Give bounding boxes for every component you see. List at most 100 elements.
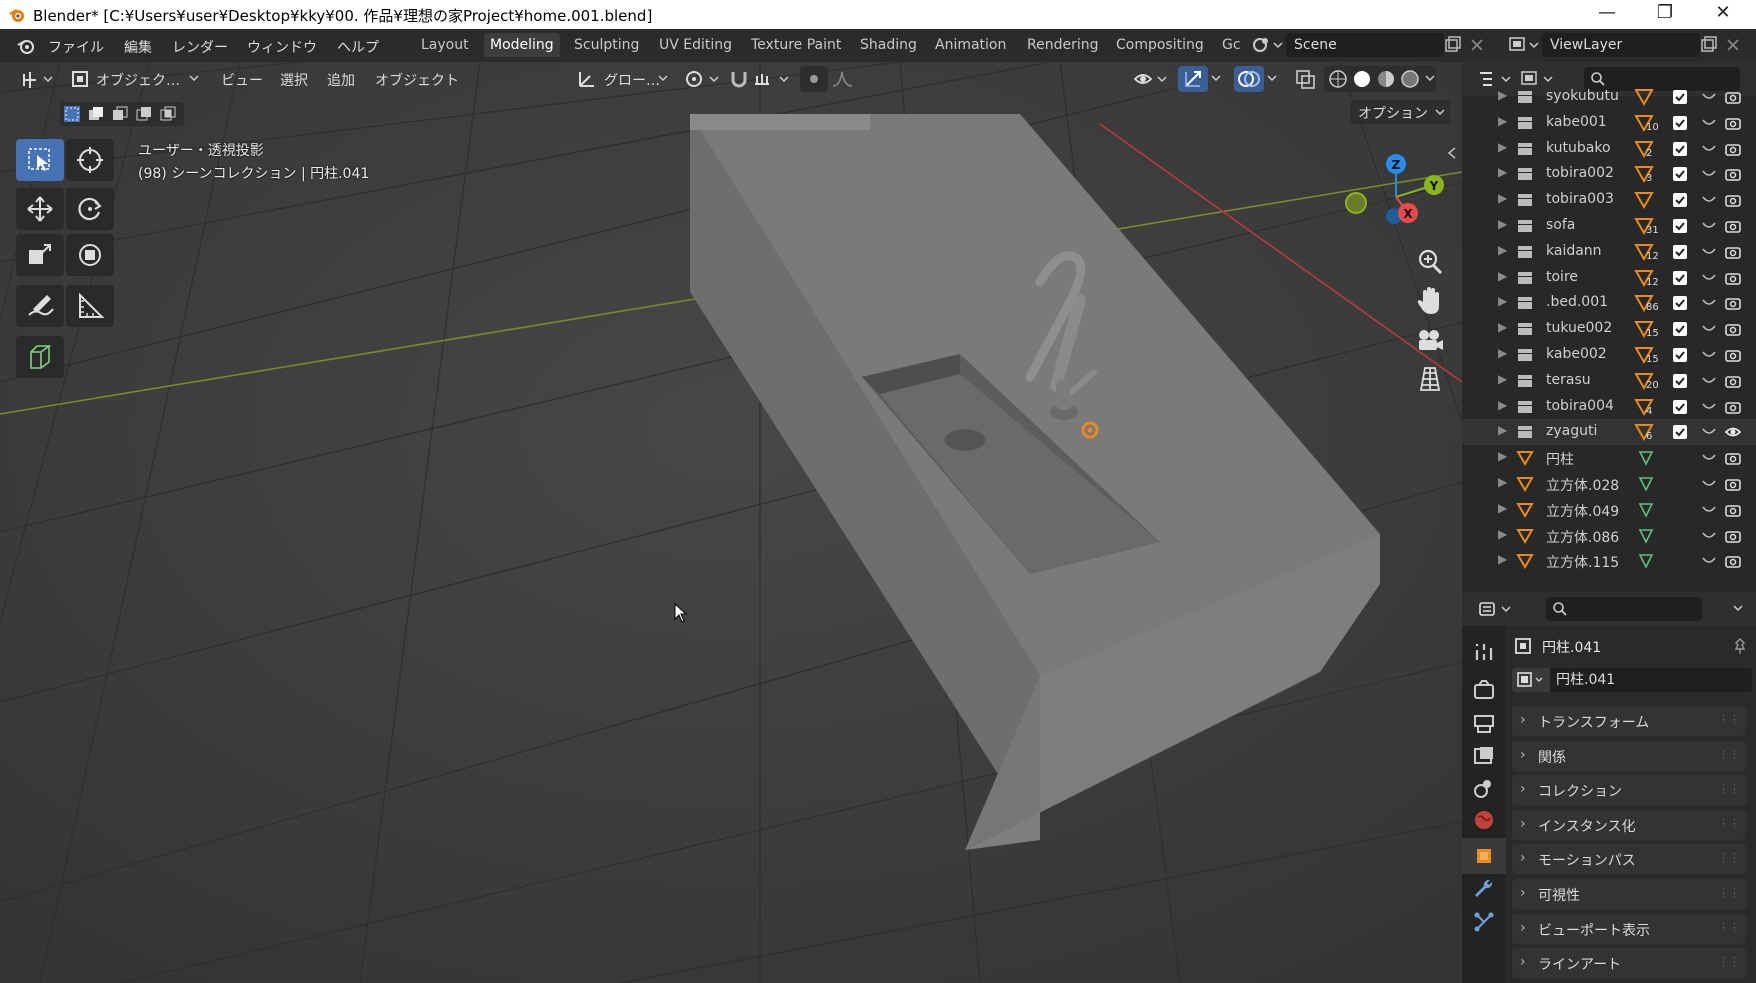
- xray-toggle-icon[interactable]: [1294, 68, 1318, 90]
- selectable-arrow-icon[interactable]: [1701, 193, 1717, 207]
- outliner-item-name[interactable]: toire: [1546, 269, 1578, 285]
- object-tab-icon[interactable]: [1472, 844, 1496, 868]
- outliner-item-name[interactable]: kutubako: [1546, 140, 1611, 156]
- exclude-checkbox[interactable]: [1673, 399, 1687, 414]
- panel-section[interactable]: › ビューポート表示 ⋮⋮: [1512, 913, 1746, 944]
- tab-modeling[interactable]: Modeling: [484, 33, 560, 57]
- add-cube-tool[interactable]: [16, 336, 64, 378]
- expand-arrow-icon[interactable]: ▶: [1498, 140, 1507, 154]
- outliner-item-name[interactable]: kabe001: [1546, 114, 1607, 130]
- view-layer-tab-icon[interactable]: [1472, 744, 1496, 768]
- render-camera-icon[interactable]: [1724, 373, 1742, 389]
- expand-arrow-icon[interactable]: ▶: [1498, 552, 1507, 566]
- selectable-arrow-icon[interactable]: [1701, 322, 1717, 336]
- tab-overflow[interactable]: Gc: [1216, 33, 1247, 57]
- expand-arrow-icon[interactable]: ▶: [1498, 243, 1507, 257]
- outliner-item-name[interactable]: zyaguti: [1546, 423, 1597, 439]
- selectable-arrow-icon[interactable]: [1701, 554, 1717, 568]
- drag-handle-icon[interactable]: ⋮⋮: [1718, 921, 1740, 934]
- render-camera-icon[interactable]: [1724, 399, 1742, 415]
- select-box-tool[interactable]: [16, 139, 64, 181]
- outliner-item-name[interactable]: 円柱: [1546, 449, 1574, 469]
- exclude-checkbox[interactable]: [1673, 90, 1687, 104]
- render-camera-icon[interactable]: [1724, 450, 1742, 466]
- exclude-checkbox[interactable]: [1673, 167, 1687, 182]
- outliner-item[interactable]: ▶ 立方体.115: [1462, 548, 1756, 574]
- pan-hand-icon[interactable]: [1413, 284, 1447, 318]
- visibility-eye-icon[interactable]: [1724, 424, 1742, 440]
- transform-orientation-dropdown[interactable]: グロー…: [604, 70, 660, 90]
- grid-perspective-icon[interactable]: [1413, 362, 1447, 396]
- drag-handle-icon[interactable]: ⋮⋮: [1718, 851, 1740, 864]
- outliner-item[interactable]: ▶ tobira002 3: [1462, 161, 1756, 187]
- delete-viewlayer-icon[interactable]: [1726, 38, 1740, 52]
- drag-handle-icon[interactable]: ⋮⋮: [1718, 713, 1740, 726]
- modifier-wrench-icon[interactable]: [1472, 878, 1496, 902]
- outliner-item[interactable]: ▶ 立方体.086: [1462, 523, 1756, 549]
- drag-handle-icon[interactable]: ⋮⋮: [1718, 955, 1740, 968]
- properties-editor-type-icon[interactable]: [1478, 599, 1514, 619]
- exclude-checkbox[interactable]: [1673, 244, 1687, 259]
- tab-layout[interactable]: Layout: [415, 33, 475, 57]
- render-camera-icon[interactable]: [1724, 115, 1742, 131]
- scale-tool[interactable]: [16, 234, 64, 276]
- selectable-arrow-icon[interactable]: [1701, 271, 1717, 285]
- outliner-item-name[interactable]: kaidann: [1546, 243, 1602, 259]
- render-camera-icon[interactable]: [1724, 476, 1742, 492]
- gizmo-toggle[interactable]: [1178, 66, 1208, 92]
- outliner-item[interactable]: ▶ toire 12: [1462, 265, 1756, 291]
- solid-shading-icon[interactable]: [1352, 69, 1372, 89]
- panel-section[interactable]: › インスタンス化 ⋮⋮: [1512, 809, 1746, 840]
- menu-render[interactable]: レンダー: [172, 37, 228, 57]
- panel-section[interactable]: › モーションパス ⋮⋮: [1512, 844, 1746, 875]
- selectable-arrow-icon[interactable]: [1701, 219, 1717, 233]
- render-camera-icon[interactable]: [1724, 192, 1742, 208]
- properties-search-input[interactable]: [1546, 597, 1702, 621]
- select-invert-icon[interactable]: [135, 105, 153, 123]
- tab-uv-editing[interactable]: UV Editing: [653, 33, 738, 57]
- outliner-item-name[interactable]: tobira004: [1546, 398, 1614, 414]
- selectable-arrow-icon[interactable]: [1701, 167, 1717, 181]
- expand-arrow-icon[interactable]: ▶: [1498, 269, 1507, 283]
- render-camera-icon[interactable]: [1724, 295, 1742, 311]
- object-visibility-icon[interactable]: [1132, 68, 1172, 90]
- outliner-item[interactable]: ▶ tobira003: [1462, 187, 1756, 213]
- falloff-curve-icon[interactable]: [830, 68, 860, 90]
- selectable-arrow-icon[interactable]: [1701, 477, 1717, 491]
- panel-section[interactable]: › 関係 ⋮⋮: [1512, 740, 1746, 771]
- panel-section[interactable]: › ラインアート ⋮⋮: [1512, 948, 1746, 979]
- delete-scene-icon[interactable]: [1470, 38, 1484, 52]
- tab-texture-paint[interactable]: Texture Paint: [745, 33, 847, 57]
- expand-arrow-icon[interactable]: ▶: [1498, 449, 1507, 463]
- outliner-item[interactable]: ▶ sofa 31: [1462, 213, 1756, 239]
- tab-compositing[interactable]: Compositing: [1110, 33, 1210, 57]
- exclude-checkbox[interactable]: [1673, 219, 1687, 233]
- camera-view-icon[interactable]: [1413, 324, 1447, 358]
- rotate-tool[interactable]: [66, 188, 114, 230]
- menu-select[interactable]: 選択: [280, 70, 308, 90]
- menu-edit[interactable]: 編集: [124, 37, 152, 57]
- outliner-item[interactable]: ▶ kabe001 10: [1462, 110, 1756, 136]
- expand-arrow-icon[interactable]: ▶: [1498, 527, 1507, 541]
- outliner-item-name[interactable]: kabe002: [1546, 346, 1607, 362]
- menu-file[interactable]: ファイル: [48, 37, 104, 57]
- expand-arrow-icon[interactable]: ▶: [1498, 165, 1507, 179]
- menu-add[interactable]: 追加: [327, 70, 355, 90]
- drag-handle-icon[interactable]: ⋮⋮: [1718, 886, 1740, 899]
- expand-arrow-icon[interactable]: ▶: [1498, 423, 1507, 437]
- sidebar-toggle-icon[interactable]: [1446, 146, 1458, 160]
- expand-arrow-icon[interactable]: ▶: [1498, 475, 1507, 489]
- menu-window[interactable]: ウィンドウ: [247, 37, 317, 57]
- material-shading-icon[interactable]: [1376, 69, 1396, 89]
- selectable-arrow-icon[interactable]: [1701, 400, 1717, 414]
- outliner-item-name[interactable]: tobira002: [1546, 165, 1614, 181]
- selectable-arrow-icon[interactable]: [1701, 529, 1717, 543]
- selectable-arrow-icon[interactable]: [1701, 374, 1717, 388]
- panel-section[interactable]: › トランスフォーム ⋮⋮: [1512, 706, 1746, 736]
- outliner-item[interactable]: ▶ 立方体.028: [1462, 471, 1756, 497]
- selectable-arrow-icon[interactable]: [1701, 142, 1717, 156]
- expand-arrow-icon[interactable]: ▶: [1498, 114, 1507, 128]
- annotate-tool[interactable]: [16, 285, 64, 327]
- minimize-button[interactable]: —: [1578, 0, 1636, 29]
- render-camera-icon[interactable]: [1724, 244, 1742, 260]
